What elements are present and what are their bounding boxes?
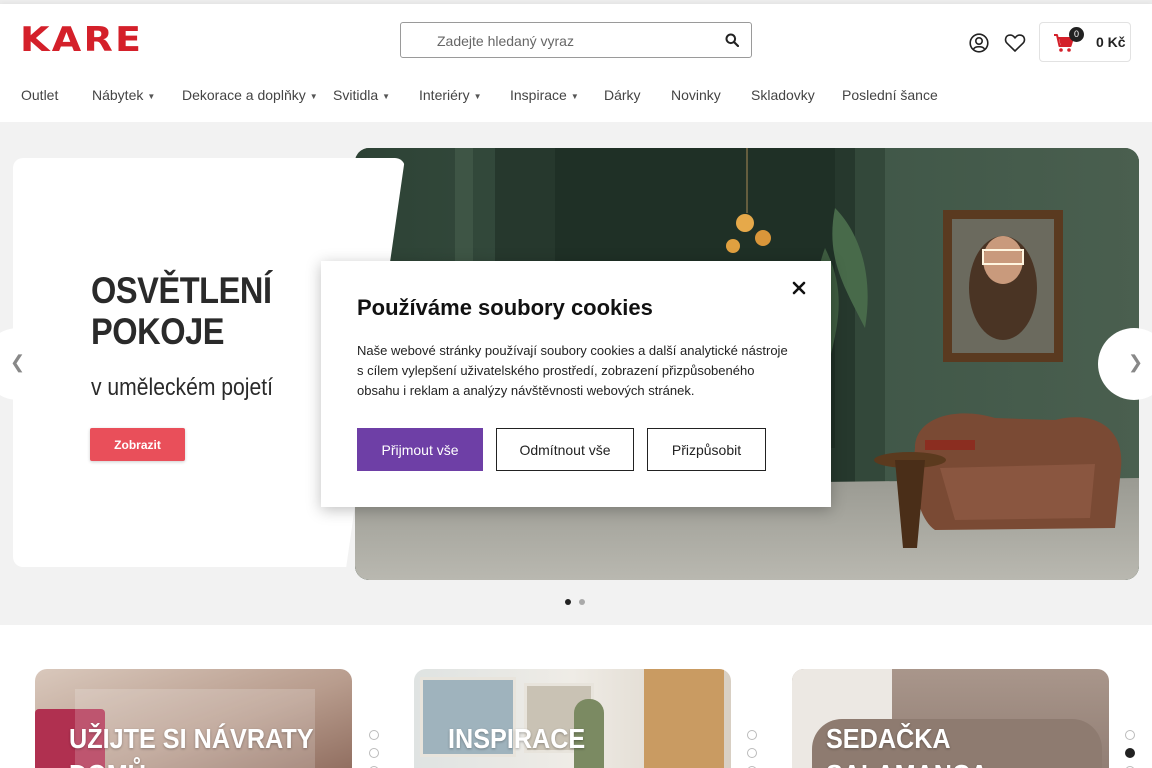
promo-card-inspiration[interactable]: INSPIRACE bbox=[414, 669, 731, 768]
slider-dot[interactable] bbox=[369, 730, 379, 740]
nav-item-skladovky[interactable]: Skladovky bbox=[751, 87, 815, 103]
hero-show-button[interactable]: Zobrazit bbox=[90, 428, 185, 461]
nav-item-outlet[interactable]: Outlet bbox=[21, 87, 58, 103]
caret-down-icon: ▼ bbox=[147, 91, 156, 101]
site-header: KARE 0 0 Kč Outlet Nábytek▼ Dekorace a d… bbox=[0, 4, 1152, 122]
mirror-frame bbox=[644, 669, 724, 768]
slider-dot[interactable] bbox=[1125, 730, 1135, 740]
kare-logo[interactable]: KARE bbox=[20, 20, 143, 60]
nav-item-nabytek[interactable]: Nábytek ▼ bbox=[92, 87, 155, 103]
carousel-dot[interactable] bbox=[579, 599, 585, 605]
cart-count-badge: 0 bbox=[1069, 27, 1084, 42]
carousel-dot-active[interactable] bbox=[565, 599, 571, 605]
nav-item-darky[interactable]: Dárky bbox=[604, 87, 641, 103]
slider-dot-active[interactable] bbox=[1125, 748, 1135, 758]
promo-card-home[interactable]: UŽIJTE SI NÁVRATYDOMŮ bbox=[35, 669, 352, 768]
user-account-icon[interactable] bbox=[969, 33, 989, 53]
search-box[interactable] bbox=[400, 22, 752, 58]
promo-title: UŽIJTE SI NÁVRATYDOMŮ bbox=[69, 723, 314, 768]
promo-card-sofa[interactable]: SEDAČKASALAMANCA bbox=[792, 669, 1109, 768]
nav-item-svitidla[interactable]: Svitidla ▼ bbox=[333, 87, 390, 103]
chevron-right-icon: ❯ bbox=[1128, 352, 1144, 372]
promo-title: SEDAČKASALAMANCA bbox=[826, 723, 988, 768]
main-navigation: Outlet Nábytek ▼ Dekorace a doplňky ▼ Svit… bbox=[0, 84, 1152, 108]
wishlist-heart-icon[interactable] bbox=[1004, 33, 1026, 53]
customize-button[interactable]: Přizpůsobit bbox=[647, 428, 766, 471]
hero-subtitle: v uměleckém pojetí bbox=[91, 374, 273, 401]
caret-down-icon: ▼ bbox=[570, 91, 579, 101]
slider-dot[interactable] bbox=[369, 748, 379, 758]
cookie-dialog-text: Naše webové stránky používají soubory co… bbox=[357, 343, 788, 398]
nav-item-novinky[interactable]: Novinky bbox=[671, 87, 721, 103]
nav-item-posledni-sance[interactable]: Poslední šance bbox=[842, 87, 938, 103]
chevron-left-icon: ❮ bbox=[10, 352, 26, 372]
caret-down-icon: ▼ bbox=[382, 91, 391, 101]
nav-item-dekorace[interactable]: Dekorace a doplňky ▼ bbox=[182, 87, 318, 103]
cart-total: 0 Kč bbox=[1096, 34, 1126, 50]
caret-down-icon: ▼ bbox=[309, 91, 318, 101]
accept-all-button[interactable]: Přijmout vše bbox=[357, 428, 483, 471]
search-input[interactable] bbox=[437, 31, 717, 51]
slider-dot[interactable] bbox=[747, 748, 757, 758]
slider-dot[interactable] bbox=[747, 730, 757, 740]
cookie-consent-dialog: Používáme soubory cookies Naše webové st… bbox=[321, 261, 831, 507]
reject-all-button[interactable]: Odmítnout vše bbox=[496, 428, 634, 471]
cookie-dialog-title: Používáme soubory cookies bbox=[357, 295, 653, 320]
caret-down-icon: ▼ bbox=[473, 91, 482, 101]
promo-title: INSPIRACE bbox=[448, 723, 586, 754]
hero-title: OSVĚTLENÍ POKOJE bbox=[91, 270, 272, 352]
cart-button[interactable]: 0 0 Kč bbox=[1039, 22, 1131, 62]
search-icon[interactable] bbox=[725, 33, 739, 47]
close-icon[interactable] bbox=[790, 279, 808, 297]
nav-item-inspirace[interactable]: Inspirace ▼ bbox=[510, 87, 579, 103]
nav-item-interiery[interactable]: Interiéry ▼ bbox=[419, 87, 482, 103]
